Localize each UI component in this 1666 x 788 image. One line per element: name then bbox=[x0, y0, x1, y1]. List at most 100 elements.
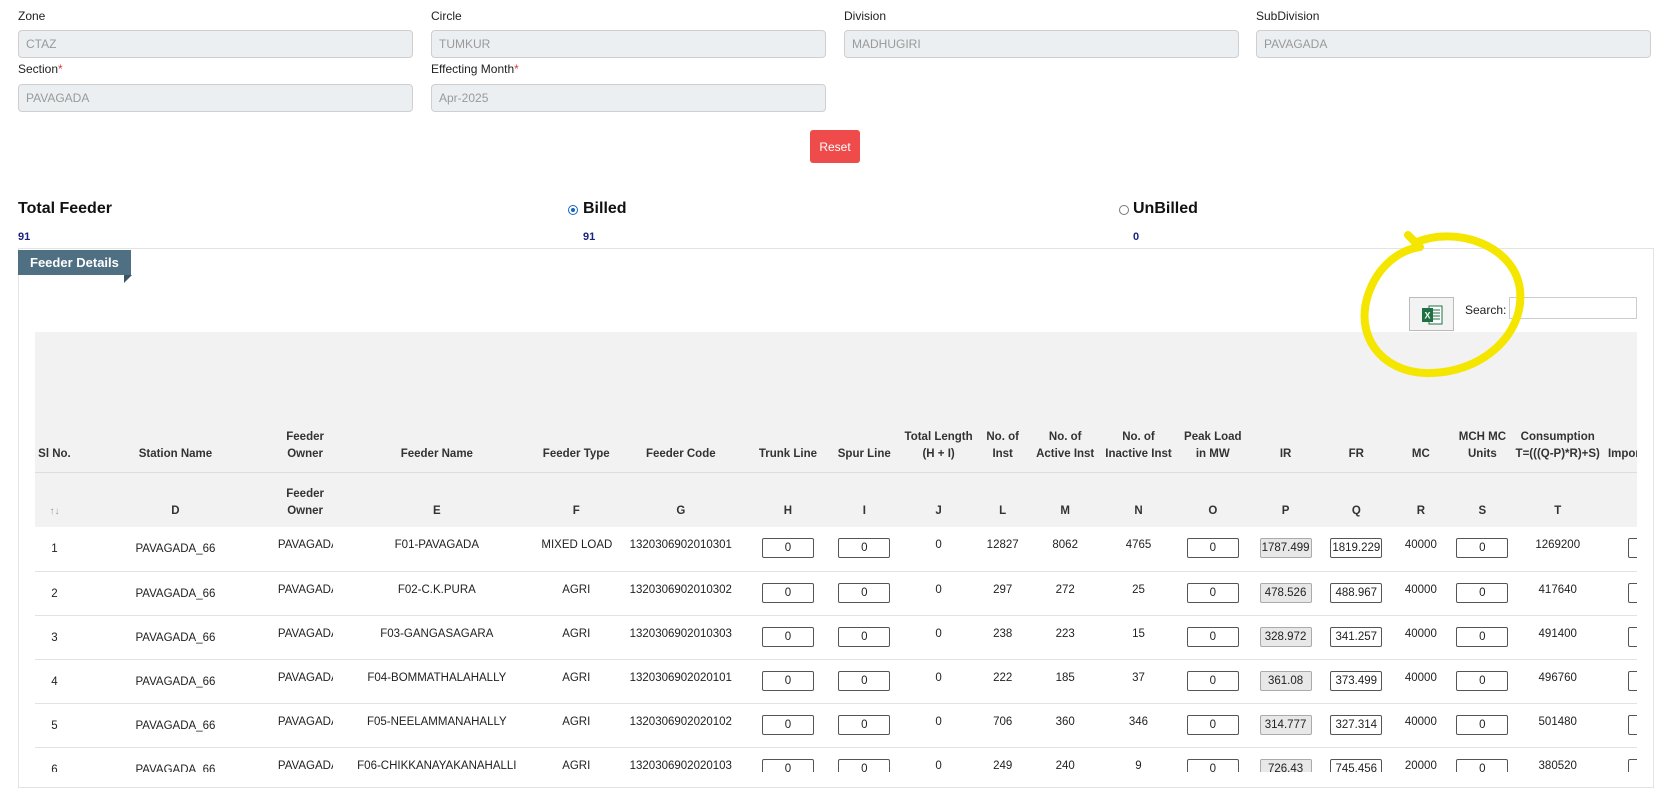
table-cell: 15 bbox=[1100, 615, 1177, 659]
imported-energy-input[interactable]: 0 bbox=[1627, 626, 1637, 647]
mch-units-input[interactable]: 0 bbox=[1456, 538, 1509, 558]
table-cell: 501480 bbox=[1513, 703, 1602, 747]
fr-input[interactable]: 373.499 bbox=[1330, 670, 1383, 691]
table-cell: 0 bbox=[1602, 527, 1637, 571]
mc-value: 40000 bbox=[1404, 715, 1437, 728]
spur-line-input[interactable]: 0 bbox=[838, 714, 891, 735]
table-cell: 2 bbox=[35, 571, 74, 615]
table-cell: 0 bbox=[1177, 659, 1249, 703]
table-cell: PAVAGADA bbox=[277, 527, 333, 571]
table-cell: 0 bbox=[1452, 615, 1514, 659]
mc-value: 40000 bbox=[1404, 671, 1437, 684]
mch-units-input[interactable]: 0 bbox=[1456, 626, 1509, 647]
circle-field[interactable]: TUMKUR bbox=[431, 30, 826, 58]
mch-units-input[interactable]: 0 bbox=[1456, 670, 1509, 691]
trunk-line-input[interactable]: 0 bbox=[761, 714, 814, 735]
table-cell: PAVAGADA bbox=[277, 703, 333, 747]
effecting-month-field[interactable]: Apr-2025 bbox=[431, 84, 826, 112]
total-feeder-count: 91 bbox=[18, 231, 31, 243]
column-header[interactable]: Sl No. bbox=[35, 332, 74, 472]
column-header[interactable]: No. of Active Inst bbox=[1030, 332, 1100, 472]
division-field[interactable]: MADHUGIRI bbox=[844, 30, 1239, 58]
table-cell: 0 bbox=[1602, 615, 1637, 659]
spur-line-input[interactable]: 0 bbox=[838, 582, 891, 603]
serial-number: 4 bbox=[51, 675, 58, 688]
billed-radio[interactable] bbox=[568, 205, 578, 215]
peak-load-input[interactable]: 0 bbox=[1186, 626, 1239, 647]
spur-line-input[interactable]: 0 bbox=[838, 626, 891, 647]
sort-icon[interactable]: ↑↓ bbox=[35, 472, 74, 527]
column-header[interactable]: Peak Load in MW bbox=[1177, 332, 1249, 472]
peak-load-input[interactable]: 0 bbox=[1186, 714, 1239, 735]
column-header[interactable]: Imported Energy bbox=[1602, 332, 1637, 472]
table-cell: 0 bbox=[826, 747, 902, 772]
column-header[interactable]: Station Name bbox=[74, 332, 277, 472]
fr-input[interactable]: 327.314 bbox=[1330, 714, 1383, 735]
imported-energy-input[interactable]: 0 bbox=[1627, 714, 1637, 735]
table-cell: PAVAGADA bbox=[277, 615, 333, 659]
mch-units-input[interactable]: 0 bbox=[1456, 758, 1509, 772]
feeder-code: 1320306902020101 bbox=[629, 671, 732, 684]
imported-energy-input[interactable]: 0 bbox=[1627, 670, 1637, 691]
unbilled-label[interactable]: UnBilled bbox=[1133, 200, 1198, 218]
column-code: G bbox=[676, 505, 686, 517]
unbilled-radio[interactable] bbox=[1119, 205, 1129, 215]
feeder-name: F02-C.K.PURA bbox=[397, 583, 476, 596]
fr-input[interactable]: 488.967 bbox=[1330, 582, 1383, 603]
table-cell: 745.456 bbox=[1322, 747, 1390, 772]
column-header[interactable]: Total Length (H + I) bbox=[902, 332, 975, 472]
imported-energy-input[interactable]: 0 bbox=[1627, 538, 1637, 558]
imported-energy-input[interactable]: 0 bbox=[1627, 758, 1637, 772]
column-header[interactable]: No. of Inactive Inst bbox=[1100, 332, 1177, 472]
column-header[interactable]: Feeder Owner bbox=[277, 332, 333, 472]
feeder-type: AGRI bbox=[562, 759, 591, 772]
table-cell: 0 bbox=[902, 747, 975, 772]
column-header[interactable]: Feeder Name bbox=[333, 332, 540, 472]
trunk-line-input[interactable]: 0 bbox=[761, 538, 814, 558]
table-cell: 297 bbox=[975, 571, 1030, 615]
spur-line-input[interactable]: 0 bbox=[838, 538, 891, 558]
column-code: L bbox=[999, 505, 1007, 517]
trunk-line-input[interactable]: 0 bbox=[761, 626, 814, 647]
trunk-line-input[interactable]: 0 bbox=[761, 582, 814, 603]
billed-label[interactable]: Billed bbox=[583, 200, 627, 218]
fr-input[interactable]: 745.456 bbox=[1330, 758, 1383, 772]
feeder-code: 1320306902020103 bbox=[629, 759, 732, 772]
column-header[interactable]: Spur Line bbox=[826, 332, 902, 472]
column-code: E bbox=[433, 505, 441, 517]
peak-load-input[interactable]: 0 bbox=[1186, 670, 1239, 691]
feeder-type: MIXED LOAD bbox=[541, 539, 613, 551]
imported-energy-input[interactable]: 0 bbox=[1627, 582, 1637, 603]
table-cell: 240 bbox=[1030, 747, 1100, 772]
table-cell: 1320306902010301 bbox=[612, 527, 749, 571]
table-cell: 1819.229 bbox=[1322, 527, 1390, 571]
trunk-line-input[interactable]: 0 bbox=[761, 758, 814, 772]
subdivision-field[interactable]: PAVAGADA bbox=[1256, 30, 1651, 58]
column-header[interactable]: No. of Inst bbox=[975, 332, 1030, 472]
table-cell: 272 bbox=[1030, 571, 1100, 615]
column-header[interactable]: Feeder Type bbox=[540, 332, 612, 472]
column-header[interactable]: Trunk Line bbox=[749, 332, 826, 472]
fr-input[interactable]: 341.257 bbox=[1330, 626, 1383, 647]
mch-units-input[interactable]: 0 bbox=[1456, 582, 1509, 603]
spur-line-input[interactable]: 0 bbox=[838, 670, 891, 691]
trunk-line-input[interactable]: 0 bbox=[761, 670, 814, 691]
table-cell: 0 bbox=[1602, 703, 1637, 747]
zone-field[interactable]: CTAZ bbox=[18, 30, 413, 58]
table-cell: PAVAGADA_66 bbox=[74, 747, 277, 773]
column-header[interactable]: Feeder Code bbox=[612, 332, 749, 472]
active-inst: 240 bbox=[1055, 759, 1075, 772]
peak-load-input[interactable]: 0 bbox=[1186, 758, 1239, 772]
table-cell: 0 bbox=[902, 659, 975, 703]
peak-load-input[interactable]: 0 bbox=[1186, 538, 1239, 558]
fr-input[interactable]: 1819.229 bbox=[1330, 538, 1383, 558]
section-field[interactable]: PAVAGADA bbox=[18, 84, 413, 112]
mch-units-input[interactable]: 0 bbox=[1456, 714, 1509, 735]
spur-line-input[interactable]: 0 bbox=[838, 758, 891, 772]
table-cell: 1320306902010302 bbox=[612, 571, 749, 615]
column-header[interactable]: IR bbox=[1249, 332, 1323, 472]
peak-load-input[interactable]: 0 bbox=[1186, 582, 1239, 603]
reset-button[interactable]: Reset bbox=[810, 130, 860, 163]
table-cell: 9 bbox=[1100, 747, 1177, 772]
table-cell: 380520 bbox=[1513, 747, 1602, 772]
